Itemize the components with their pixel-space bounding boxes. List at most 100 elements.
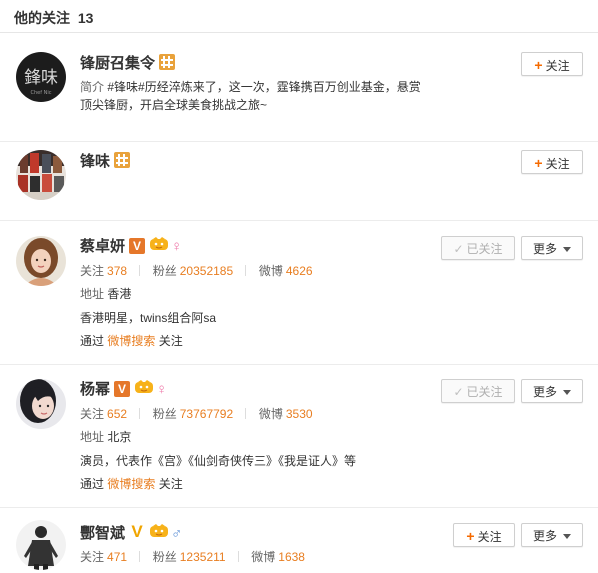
list-item: 蔡卓妍 V ♀ 关注 378 粉丝 20352185 微博 4626 地址 香港 香港明… [0, 221, 598, 365]
via-link[interactable]: 微博搜索 [107, 477, 155, 491]
user-name-link[interactable]: 酆智斌 [80, 525, 125, 542]
verified-v-icon: V [131, 522, 143, 541]
avatar[interactable] [16, 150, 66, 200]
fans-count[interactable]: 20352185 [180, 264, 233, 278]
via-prefix: 通过 [80, 477, 105, 491]
male-icon: ♂ [171, 525, 183, 542]
following-count[interactable]: 471 [107, 550, 127, 564]
followed-button[interactable]: ✓ 已关注 [441, 379, 515, 403]
user-name-link[interactable]: 蔡卓妍 [80, 238, 125, 255]
vip-member-icon [135, 380, 154, 394]
list-item: 鋒味 Chef Nic 锋厨召集令 简介 #锋味#历经淬炼来了，这一次，霆锋携百… [0, 33, 598, 142]
divider [245, 265, 247, 276]
chevron-down-icon [563, 390, 571, 395]
follow-button[interactable]: + 关注 [521, 150, 583, 174]
user-stats: 关注 471 粉丝 1235211 微博 1638 [80, 548, 305, 565]
plus-icon: + [534, 57, 543, 73]
org-hashtag-icon [114, 152, 131, 168]
follow-button[interactable]: + 关注 [453, 523, 515, 547]
svg-text:鋒味: 鋒味 [24, 68, 58, 88]
list-item: 杨幂 V ♀ 关注 652 粉丝 73767792 微博 3530 地址 北京 演员，代… [0, 364, 598, 508]
weibo-count[interactable]: 1638 [278, 550, 305, 564]
female-icon: ♀ [156, 381, 168, 398]
user-location: 地址 北京 [80, 428, 131, 445]
following-count[interactable]: 652 [107, 407, 127, 421]
chevron-down-icon [563, 534, 571, 539]
divider [139, 408, 141, 419]
page-title: 他的关注 13 [14, 8, 93, 28]
avatar[interactable] [16, 236, 66, 286]
location-value: 北京 [107, 430, 132, 444]
chevron-down-icon [563, 247, 571, 252]
follow-source: 通过 微博搜索 关注 [80, 475, 183, 492]
female-icon: ♀ [171, 238, 183, 255]
follow-count: 13 [77, 10, 94, 26]
user-bio: 香港明星，twins组合阿sa [80, 311, 217, 325]
weibo-label: 微博 [258, 264, 283, 278]
via-prefix: 通过 [80, 334, 105, 348]
user-stats: 关注 378 粉丝 20352185 微博 4626 [80, 262, 313, 279]
location-value: 香港 [107, 287, 132, 301]
more-button-label: 更多 [532, 242, 557, 256]
user-name[interactable]: 酆智斌 V ♂ [80, 522, 182, 543]
user-name[interactable]: 杨幂 V ♀ [80, 378, 167, 399]
fans-count[interactable]: 1235211 [180, 550, 226, 564]
more-button-label: 更多 [532, 529, 557, 543]
user-name[interactable]: 锋味 [80, 150, 131, 171]
user-bio: 演员，代表作《宫》《仙剑奇侠传三》《我是证人》等 [80, 454, 357, 468]
page-header: 他的关注 13 [0, 0, 598, 33]
fans-count[interactable]: 73767792 [180, 407, 233, 421]
divider [139, 551, 141, 562]
more-button-label: 更多 [532, 385, 557, 399]
followed-button[interactable]: ✓ 已关注 [441, 236, 515, 260]
via-link[interactable]: 微博搜索 [107, 334, 155, 348]
user-name[interactable]: 锋厨召集令 [80, 52, 176, 73]
divider [139, 265, 141, 276]
more-button[interactable]: 更多 [521, 523, 583, 547]
page-title-label: 他的关注 [14, 10, 70, 26]
intro-line-2: 顶尖锋厨，开启全球美食挑战之旅~ [80, 98, 268, 112]
weibo-count[interactable]: 4626 [286, 264, 313, 278]
following-label: 关注 [80, 407, 105, 421]
fans-label: 粉丝 [152, 264, 177, 278]
verified-v-icon: V [129, 238, 146, 254]
plus-icon: + [466, 528, 475, 544]
fans-label: 粉丝 [152, 550, 177, 564]
following-count[interactable]: 378 [107, 264, 127, 278]
avatar[interactable] [16, 520, 66, 570]
following-label: 关注 [80, 264, 105, 278]
follow-button-label: 关注 [477, 530, 502, 544]
weibo-count[interactable]: 3530 [286, 407, 313, 421]
user-intro: 简介 #锋味#历经淬炼来了，这一次，霆锋携百万创业基金，悬赏 顶尖锋厨，开启全球… [80, 78, 425, 114]
plus-icon: + [534, 155, 543, 171]
vip-member-icon [150, 524, 169, 538]
divider [245, 408, 247, 419]
list-item: 锋味 + 关注 [0, 141, 598, 221]
user-name[interactable]: 蔡卓妍 V ♀ [80, 235, 182, 256]
user-name-link[interactable]: 锋厨召集令 [80, 55, 155, 72]
followed-button-label: 已关注 [466, 385, 503, 399]
location-label: 地址 [80, 430, 105, 444]
svg-text:Chef Nic: Chef Nic [31, 90, 52, 96]
follow-button-label: 关注 [545, 59, 570, 73]
org-hashtag-icon [159, 54, 176, 70]
vip-member-icon [150, 237, 169, 251]
divider [237, 551, 239, 562]
more-button[interactable]: 更多 [521, 379, 583, 403]
via-suffix: 关注 [158, 477, 183, 491]
following-label: 关注 [80, 550, 105, 564]
follow-button-label: 关注 [545, 157, 570, 171]
intro-label: 简介 [80, 80, 105, 94]
follow-button[interactable]: + 关注 [521, 52, 583, 76]
weibo-label: 微博 [251, 550, 276, 564]
check-icon: ✓ [453, 385, 464, 399]
more-button[interactable]: 更多 [521, 236, 583, 260]
follow-source: 通过 微博搜索 关注 [80, 332, 183, 349]
avatar[interactable]: 鋒味 Chef Nic [16, 52, 66, 102]
avatar[interactable] [16, 379, 66, 429]
user-location: 地址 香港 [80, 285, 131, 302]
user-name-link[interactable]: 杨幂 [80, 381, 110, 398]
weibo-label: 微博 [258, 407, 283, 421]
user-name-link[interactable]: 锋味 [80, 153, 110, 170]
location-label: 地址 [80, 287, 105, 301]
